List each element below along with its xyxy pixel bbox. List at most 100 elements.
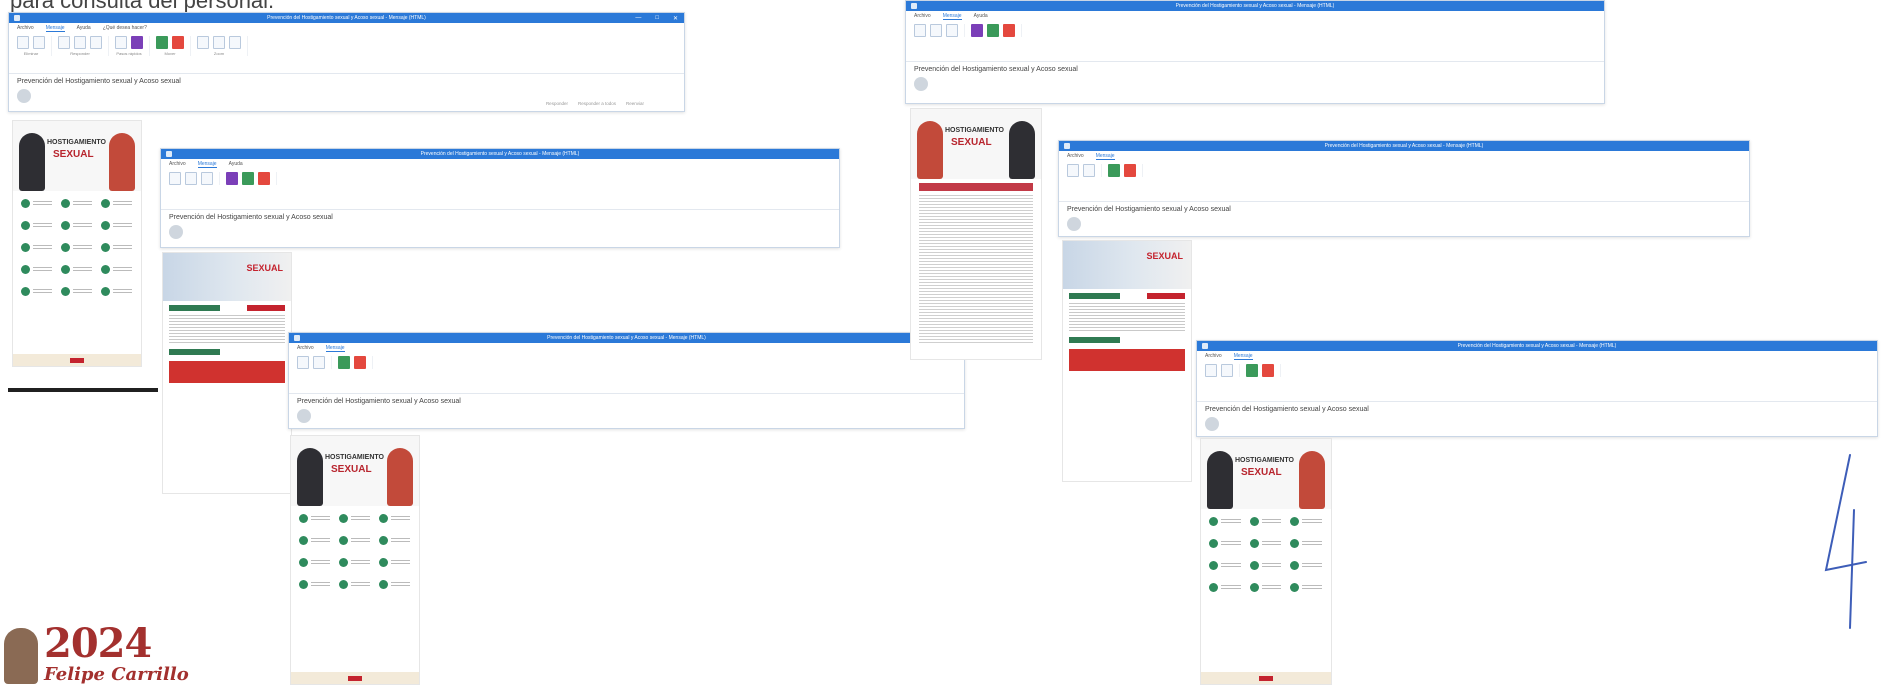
reply-button[interactable] — [1221, 364, 1233, 377]
email-window-2[interactable]: Prevención del Hostigamiento sexual y Ac… — [160, 148, 840, 248]
reply-button[interactable] — [58, 36, 70, 49]
move-button[interactable] — [987, 24, 999, 37]
tab-message[interactable]: Mensaje — [197, 161, 217, 168]
window-titlebar: Prevención del Hostigamiento sexual y Ac… — [9, 13, 684, 23]
ribbon-group — [226, 172, 277, 185]
tab-help[interactable]: Ayuda — [974, 13, 988, 20]
email-window-1[interactable]: Prevención del Hostigamiento sexual y Ac… — [8, 12, 685, 112]
tab-message[interactable]: Mensaje — [45, 25, 65, 32]
logo-name: Felipe Carrillo — [44, 664, 189, 685]
delete-button[interactable] — [1067, 164, 1079, 177]
move-button[interactable] — [156, 36, 168, 49]
poster-footer — [291, 672, 419, 684]
poster-title-1: HOSTIGAMIENTO — [47, 139, 106, 146]
ribbon-group — [169, 172, 220, 185]
avatar — [297, 409, 311, 423]
email-subject: Prevención del Hostigamiento sexual y Ac… — [1205, 406, 1369, 413]
poster-footer — [13, 354, 141, 366]
move-button[interactable] — [338, 356, 350, 369]
flag-button[interactable] — [258, 172, 270, 185]
window-title: Prevención del Hostigamiento sexual y Ac… — [1324, 143, 1484, 149]
email-window-4[interactable]: Prevención del Hostigamiento sexual y Ac… — [905, 0, 1605, 104]
flag-button[interactable] — [354, 356, 366, 369]
delete-button[interactable] — [914, 24, 926, 37]
grid-cell — [1209, 581, 1242, 599]
flag-button[interactable] — [172, 36, 184, 49]
grid-cell — [299, 556, 331, 574]
reply-link[interactable]: Responder — [546, 101, 568, 106]
flag-button[interactable] — [1262, 364, 1274, 377]
woman-photo — [1299, 451, 1325, 509]
grid-cell — [61, 263, 93, 281]
close-icon[interactable]: ✕ — [673, 15, 678, 22]
tab-file[interactable]: Archivo — [914, 13, 931, 20]
flag-button[interactable] — [1003, 24, 1015, 37]
reply-button[interactable] — [930, 24, 942, 37]
forward-button[interactable] — [946, 24, 958, 37]
ribbon-group — [1246, 364, 1281, 377]
tab-help[interactable]: Ayuda — [77, 25, 91, 32]
grid-cell — [21, 263, 53, 281]
ribbon-group-respond: Responder — [58, 36, 109, 56]
minimize-icon[interactable]: — — [635, 15, 641, 21]
tab-help[interactable]: Ayuda — [229, 161, 243, 168]
tab-message[interactable]: Mensaje — [1095, 153, 1115, 160]
delete-button[interactable] — [169, 172, 181, 185]
read-aloud-button[interactable] — [213, 36, 225, 49]
quick-step-button[interactable] — [115, 36, 127, 49]
reply-button[interactable] — [313, 356, 325, 369]
category-button[interactable] — [226, 172, 238, 185]
reply-all-button[interactable] — [74, 36, 86, 49]
tab-message[interactable]: Mensaje — [942, 13, 962, 20]
translate-button[interactable] — [197, 36, 209, 49]
green-band — [1069, 293, 1121, 299]
category-button[interactable] — [971, 24, 983, 37]
delete-button[interactable] — [17, 36, 29, 49]
tab-file[interactable]: Archivo — [169, 161, 186, 168]
forward-button[interactable] — [201, 172, 213, 185]
grid-cell — [1209, 537, 1242, 555]
archive-button[interactable] — [33, 36, 45, 49]
reply-button[interactable] — [1083, 164, 1095, 177]
ribbon-tabs: Archivo Mensaje — [289, 343, 964, 354]
poster-title-2: SEXUAL — [951, 137, 992, 148]
tab-message[interactable]: Mensaje — [1233, 353, 1253, 360]
ribbon-tabs: Archivo Mensaje Ayuda — [906, 11, 1604, 22]
email-window-5[interactable]: Prevención del Hostigamiento sexual y Ac… — [1058, 140, 1750, 237]
reply-all-link[interactable]: Responder a todos — [578, 101, 616, 106]
green-band — [1069, 337, 1121, 343]
move-button[interactable] — [242, 172, 254, 185]
zoom-button[interactable] — [229, 36, 241, 49]
poster-hero: HOSTIGAMIENTO SEXUAL — [911, 109, 1041, 179]
ribbon-label: Responder — [70, 51, 90, 56]
maximize-icon[interactable]: □ — [655, 15, 659, 21]
tab-file[interactable]: Archivo — [1205, 353, 1222, 360]
tab-file[interactable]: Archivo — [297, 345, 314, 352]
reply-button[interactable] — [185, 172, 197, 185]
email-window-6[interactable]: Prevención del Hostigamiento sexual y Ac… — [1196, 340, 1878, 437]
tab-message[interactable]: Mensaje — [325, 345, 345, 352]
footer-logo — [1259, 675, 1273, 681]
email-window-3[interactable]: Prevención del Hostigamiento sexual y Ac… — [288, 332, 965, 429]
tab-file[interactable]: Archivo — [1067, 153, 1084, 160]
tab-file[interactable]: Archivo — [17, 25, 34, 32]
infographic-poster: HOSTIGAMIENTO SEXUAL — [290, 435, 420, 685]
handwritten-number — [1824, 454, 1867, 629]
ribbon-tabs: Archivo Mensaje Ayuda — [161, 159, 839, 170]
delete-button[interactable] — [297, 356, 309, 369]
window-title: Prevención del Hostigamiento sexual y Ac… — [267, 15, 426, 21]
category-button[interactable] — [131, 36, 143, 49]
move-button[interactable] — [1108, 164, 1120, 177]
tell-me-search[interactable]: ¿Qué desea hacer? — [103, 25, 147, 32]
email-subject: Prevención del Hostigamiento sexual y Ac… — [914, 66, 1078, 73]
green-band — [169, 305, 221, 311]
ribbon-tabs: Archivo Mensaje — [1059, 151, 1749, 162]
ribbon-group — [297, 356, 332, 369]
grid-cell — [1209, 515, 1242, 533]
forward-button[interactable] — [90, 36, 102, 49]
flag-button[interactable] — [1124, 164, 1136, 177]
move-button[interactable] — [1246, 364, 1258, 377]
poster-title-2: SEXUAL — [331, 464, 372, 475]
delete-button[interactable] — [1205, 364, 1217, 377]
forward-link[interactable]: Reenviar — [626, 101, 644, 106]
